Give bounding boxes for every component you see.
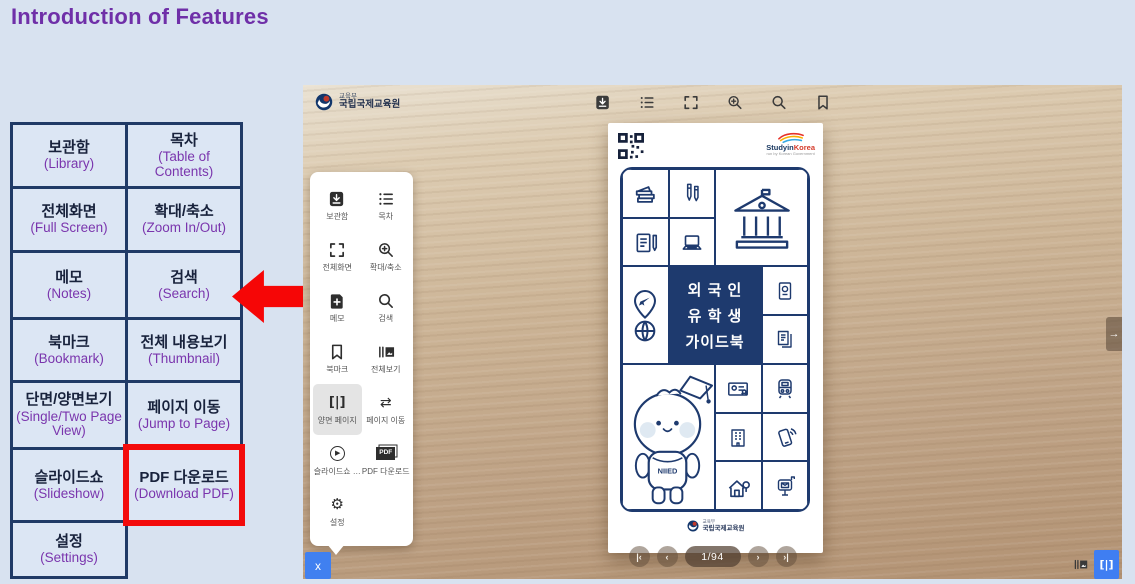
sidebar-item-two-page-selected[interactable]: [|] 양면 페이지 bbox=[313, 384, 362, 435]
table-row: 설정(Settings) bbox=[12, 522, 242, 578]
laptop-icon bbox=[669, 218, 716, 267]
table-row: 단면/양면보기(Single/Two Page View) 페이지 이동(Jum… bbox=[12, 382, 242, 449]
sidebar-item-pdf-download[interactable]: PDF PDF 다운로드 bbox=[362, 435, 411, 486]
search-icon bbox=[377, 291, 395, 310]
red-arrow-callout bbox=[232, 270, 308, 323]
table-row: 전체화면(Full Screen) 확대/축소(Zoom In/Out) bbox=[12, 188, 242, 252]
zoom-in-icon bbox=[377, 240, 395, 259]
pdf-icon: PDF bbox=[376, 444, 395, 463]
right-arrow-icon: → bbox=[1109, 328, 1120, 340]
phone-icon bbox=[762, 413, 809, 462]
passport-icon bbox=[762, 266, 809, 315]
sidebar-item-fullscreen[interactable]: 전체화면 bbox=[313, 231, 362, 282]
library-icon[interactable] bbox=[594, 94, 611, 111]
university-building-icon bbox=[715, 169, 808, 266]
two-page-view-button[interactable]: [|] bbox=[1094, 550, 1119, 579]
house-icon bbox=[715, 461, 762, 510]
next-page-button[interactable]: › bbox=[748, 546, 769, 567]
previous-page-button[interactable]: ‹ bbox=[657, 546, 678, 567]
gear-icon: ⚙ bbox=[331, 495, 344, 514]
corner-tools: [|] bbox=[1073, 550, 1119, 579]
feature-cell-toc: 목차(Table of Contents) bbox=[127, 124, 242, 188]
library-icon bbox=[328, 189, 346, 208]
fullscreen-icon bbox=[328, 240, 346, 259]
table-row: 보관함(Library) 목차(Table of Contents) bbox=[12, 124, 242, 188]
zoom-in-icon[interactable] bbox=[726, 94, 743, 111]
sidebar-item-memo[interactable]: 메모 bbox=[313, 282, 362, 333]
feature-cell-pdf-download-highlighted: PDF 다운로드(Download PDF) bbox=[127, 449, 242, 522]
table-of-contents-icon bbox=[377, 189, 395, 208]
feature-cell-slideshow: 슬라이드쇼(Slideshow) bbox=[12, 449, 127, 522]
id-card-icon bbox=[715, 364, 762, 413]
feature-cell-bookmark: 북마크(Bookmark) bbox=[12, 319, 127, 382]
thumbnails-icon bbox=[377, 342, 395, 361]
search-icon[interactable] bbox=[770, 94, 787, 111]
jump-page-icon: ⇄ bbox=[380, 393, 392, 412]
viewer-sidebar-menu: 보관함 목차 전체화면 확대/축소 메모 검색 북마크 전체보기 bbox=[310, 172, 413, 546]
feature-table: 보관함(Library) 목차(Table of Contents) 전체화면(… bbox=[10, 122, 243, 579]
books-icon bbox=[622, 169, 669, 218]
sidebar-close-button[interactable]: x bbox=[305, 552, 331, 579]
next-page-flip-button[interactable]: → bbox=[1106, 317, 1122, 351]
sidebar-item-settings[interactable]: ⚙ 설정 bbox=[313, 486, 362, 537]
fullscreen-icon[interactable] bbox=[682, 94, 699, 111]
pens-icon bbox=[669, 169, 716, 218]
two-page-icon: [|] bbox=[329, 393, 346, 412]
feature-cell-page-view: 단면/양면보기(Single/Two Page View) bbox=[12, 382, 127, 449]
study-in-korea-logo: StudyinKorea run by Korean Government bbox=[766, 131, 815, 157]
page-navigation: |‹ ‹ 1/94 › ›| bbox=[629, 546, 797, 567]
table-of-contents-icon[interactable] bbox=[638, 94, 655, 111]
brand-tagline: run by Korean Government bbox=[766, 152, 814, 156]
last-page-button[interactable]: ›| bbox=[776, 546, 797, 567]
sidebar-item-bookmark[interactable]: 북마크 bbox=[313, 333, 362, 384]
table-row: 북마크(Bookmark) 전체 내용보기(Thumbnail) bbox=[12, 319, 242, 382]
ebook-viewer-screenshot: 교육부 국립국제교육원 보관함 목차 전체화면 bbox=[303, 85, 1122, 579]
svg-text:NIIED: NIIED bbox=[658, 467, 678, 476]
niied-mascot: NIIED bbox=[622, 364, 715, 510]
sidebar-item-zoom[interactable]: 확대/축소 bbox=[362, 231, 411, 282]
cover-model-kit-frame: 외 국 인 유 학 생 가이드북 bbox=[620, 167, 810, 512]
qr-code bbox=[618, 133, 644, 159]
feature-cell-search: 검색(Search) bbox=[127, 252, 242, 319]
train-icon bbox=[762, 364, 809, 413]
cover-title-block: 외 국 인 유 학 생 가이드북 bbox=[669, 266, 762, 363]
bookmark-icon[interactable] bbox=[814, 94, 831, 111]
feature-cell-library: 보관함(Library) bbox=[12, 124, 127, 188]
table-row: 메모(Notes) 검색(Search) bbox=[12, 252, 242, 319]
travel-pin-globe-icon bbox=[622, 266, 669, 363]
feature-cell-zoom: 확대/축소(Zoom In/Out) bbox=[127, 188, 242, 252]
tutorial-page: Introduction of Features 보관함(Library) 목차… bbox=[0, 0, 1135, 584]
sidebar-item-slideshow[interactable]: ▶ 슬라이드쇼 … bbox=[313, 435, 362, 486]
building-icon bbox=[715, 413, 762, 462]
sidebar-item-thumbnails[interactable]: 전체보기 bbox=[362, 333, 411, 384]
notebook-icon bbox=[622, 218, 669, 267]
sidebar-item-toc[interactable]: 목차 bbox=[362, 180, 411, 231]
feature-cell-fullscreen: 전체화면(Full Screen) bbox=[12, 188, 127, 252]
niied-logo-icon bbox=[315, 93, 333, 111]
sidebar-item-jump-page[interactable]: ⇄ 페이지 이동 bbox=[362, 384, 411, 435]
feature-cell-thumbnail: 전체 내용보기(Thumbnail) bbox=[127, 319, 242, 382]
cover-footer-logo: 교육부 국립국제교육원 bbox=[608, 520, 823, 532]
documents-icon bbox=[762, 315, 809, 364]
page-counter[interactable]: 1/94 bbox=[685, 546, 741, 567]
niied-logo-icon bbox=[687, 520, 699, 532]
sidebar-item-library[interactable]: 보관함 bbox=[313, 180, 362, 231]
logo-org-label: 국립국제교육원 bbox=[339, 100, 400, 110]
note-add-icon bbox=[328, 291, 346, 310]
sidebar-item-search[interactable]: 검색 bbox=[362, 282, 411, 333]
page-title: Introduction of Features bbox=[11, 4, 269, 30]
feature-cell-jump-page: 페이지 이동(Jump to Page) bbox=[127, 382, 242, 449]
feature-cell-notes: 메모(Notes) bbox=[12, 252, 127, 319]
slideshow-play-icon: ▶ bbox=[330, 444, 345, 463]
table-row: 슬라이드쇼(Slideshow) PDF 다운로드(Download PDF) bbox=[12, 449, 242, 522]
first-page-button[interactable]: |‹ bbox=[629, 546, 650, 567]
viewer-top-toolbar bbox=[594, 94, 831, 111]
feature-cell-settings: 설정(Settings) bbox=[12, 522, 127, 578]
niied-logo: 교육부 국립국제교육원 bbox=[315, 93, 400, 111]
book-cover-page[interactable]: StudyinKorea run by Korean Government 외 … bbox=[608, 123, 823, 553]
mailbox-icon bbox=[762, 461, 809, 510]
thumbnails-icon[interactable] bbox=[1073, 557, 1088, 572]
bookmark-icon bbox=[328, 342, 346, 361]
empty-cell bbox=[127, 522, 242, 578]
